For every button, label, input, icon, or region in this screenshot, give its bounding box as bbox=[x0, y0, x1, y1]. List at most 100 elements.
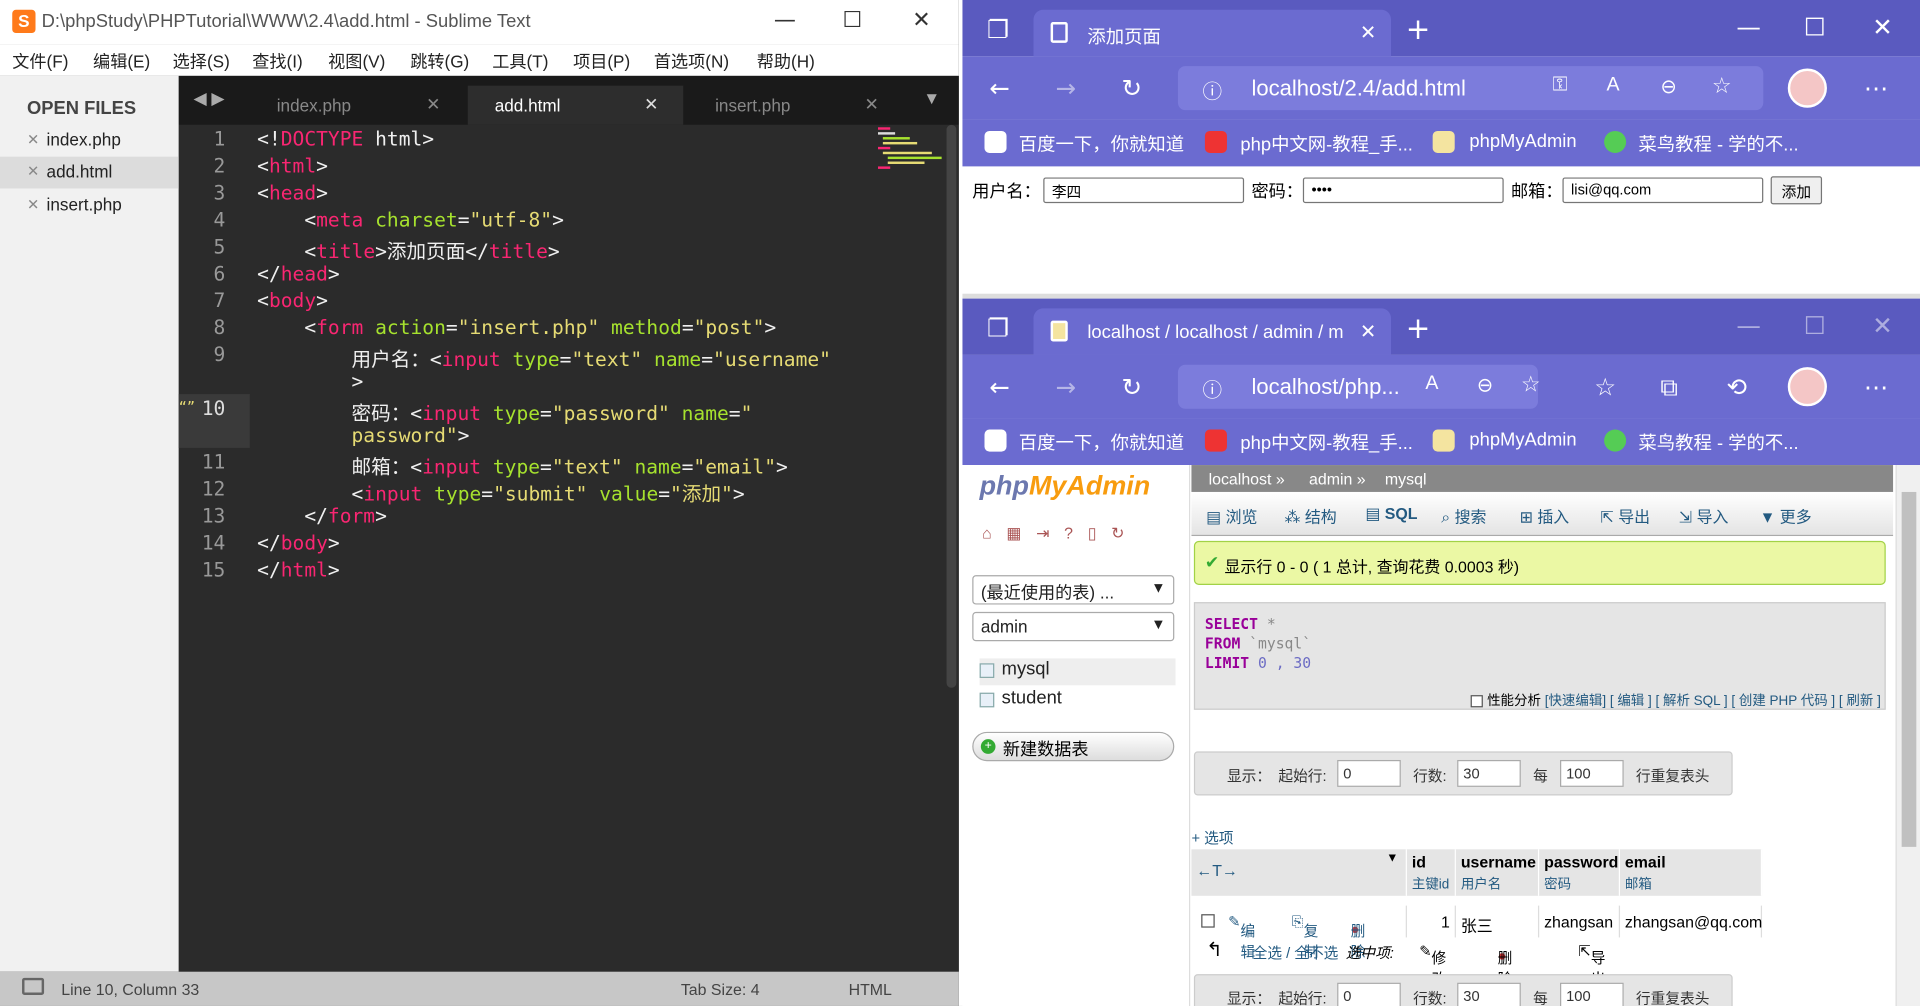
page-scrollbar[interactable] bbox=[1895, 465, 1920, 1006]
open-file-item[interactable]: ✕ insert.php bbox=[0, 190, 179, 222]
edit-link[interactable]: [ 编辑 ] bbox=[1610, 694, 1652, 709]
column-header-id[interactable]: id 主键id bbox=[1406, 849, 1456, 896]
maximize-icon[interactable]: ☐ bbox=[1804, 311, 1826, 340]
menu-preferences[interactable]: 首选项(N) bbox=[654, 49, 729, 73]
add-favorite-icon[interactable]: ☆ bbox=[1521, 372, 1541, 398]
more-icon[interactable]: ⋯ bbox=[1864, 372, 1888, 401]
address-bar[interactable]: ⓘ localhost/php... A ⊖ ☆ bbox=[1177, 364, 1541, 409]
breadcrumb-db[interactable]: admin » bbox=[1309, 470, 1366, 488]
create-php-link[interactable]: [ 创建 PHP 代码 ] bbox=[1731, 694, 1835, 709]
avatar[interactable] bbox=[1787, 68, 1827, 108]
docs-icon[interactable]: ▯ bbox=[1088, 524, 1111, 542]
key-icon[interactable]: ⚿ bbox=[1553, 75, 1568, 97]
panel-toggle-icon[interactable] bbox=[22, 977, 45, 995]
tab-size[interactable]: Tab Size: 4 bbox=[681, 980, 760, 998]
new-tab-icon[interactable]: + bbox=[1406, 311, 1431, 345]
database-select[interactable]: admin ▼ bbox=[972, 611, 1175, 642]
favorite-link[interactable]: phpMyAdmin bbox=[1469, 131, 1576, 152]
db-icon[interactable]: ▦ bbox=[1006, 524, 1036, 542]
edit-row-link[interactable]: ✎ 编辑 bbox=[1228, 913, 1255, 961]
options-link[interactable]: + 选项 bbox=[1191, 827, 1233, 848]
favorite-link[interactable]: 百度一下，你就知道 bbox=[1019, 131, 1184, 157]
forward-icon[interactable]: → bbox=[1056, 372, 1077, 401]
tab-search[interactable]: ⌕ 搜索 bbox=[1441, 504, 1486, 527]
tab-export[interactable]: ⇱ 导出 bbox=[1600, 504, 1650, 527]
tab-dropdown-icon[interactable]: ▼ bbox=[923, 88, 940, 108]
profiling-checkbox[interactable] bbox=[1471, 695, 1484, 708]
tab-structure[interactable]: ⁂ 结构 bbox=[1285, 504, 1337, 527]
menu-project[interactable]: 项目(P) bbox=[573, 49, 630, 73]
close-icon[interactable]: ✕ bbox=[864, 94, 878, 115]
open-file-item[interactable]: ✕ add.html bbox=[0, 156, 179, 189]
menu-goto[interactable]: 跳转(G) bbox=[410, 49, 469, 73]
close-tab-icon[interactable]: ✕ bbox=[1360, 319, 1376, 343]
address-bar[interactable]: ⓘ localhost/2.4/add.html ⚿ A ⊖ ☆ bbox=[1177, 66, 1764, 111]
tab-add-page[interactable]: 添加页面 ✕ bbox=[1033, 9, 1392, 57]
column-arrows[interactable]: ←T→ bbox=[1196, 862, 1238, 880]
submit-button[interactable]: 添加 bbox=[1770, 176, 1823, 205]
tab-sql[interactable]: ▤ SQL bbox=[1365, 504, 1417, 524]
column-header-username[interactable]: username 用户名 bbox=[1455, 849, 1540, 896]
refresh-icon[interactable]: ↻ bbox=[1122, 73, 1143, 102]
copy-row-link[interactable]: ⎘ 复制 bbox=[1292, 913, 1318, 961]
zoom-icon[interactable]: ⊖ bbox=[1660, 75, 1676, 99]
info-icon[interactable]: ⓘ bbox=[1202, 373, 1222, 402]
maximize-icon[interactable]: ☐ bbox=[1804, 12, 1826, 41]
zoom-icon[interactable]: ⊖ bbox=[1477, 373, 1493, 397]
favorite-link[interactable]: php中文网-教程_手... bbox=[1240, 430, 1413, 456]
menu-find[interactable]: 查找(I) bbox=[252, 49, 302, 73]
back-icon[interactable]: ← bbox=[989, 372, 1010, 401]
favorite-link[interactable]: 菜鸟教程 - 学的不... bbox=[1638, 430, 1798, 456]
column-header-email[interactable]: email 邮箱 bbox=[1620, 849, 1763, 896]
inline-edit-link[interactable]: [快速编辑] bbox=[1545, 694, 1606, 709]
breadcrumb-table[interactable]: mysql bbox=[1385, 470, 1427, 488]
tab-nav-arrows-icon[interactable]: ◀ ▶ bbox=[193, 88, 224, 109]
close-tab-icon[interactable]: ✕ bbox=[1360, 21, 1376, 45]
favorite-link[interactable]: php中文网-教程_手... bbox=[1240, 131, 1413, 157]
tab-actions-icon[interactable]: ❐ bbox=[987, 313, 1009, 342]
home-icon[interactable]: ⌂ bbox=[982, 524, 1006, 542]
more-icon[interactable]: ⋯ bbox=[1864, 73, 1888, 102]
explain-sql-link[interactable]: [ 解析 SQL ] bbox=[1656, 694, 1728, 709]
info-icon[interactable]: ⓘ bbox=[1202, 75, 1222, 104]
tab-insert[interactable]: ⊞ 插入 bbox=[1520, 504, 1570, 527]
refresh-icon[interactable]: ↻ bbox=[1122, 372, 1143, 401]
bulk-edit-button[interactable]: ✎ 修改 bbox=[1419, 942, 1446, 987]
breadcrumb-server[interactable]: localhost » bbox=[1209, 470, 1285, 488]
editor-scrollbar[interactable] bbox=[946, 124, 957, 688]
email-input[interactable]: lisi@qq.com bbox=[1562, 177, 1764, 204]
tab-import[interactable]: ⇲ 导入 bbox=[1679, 504, 1729, 527]
open-file-item[interactable]: ✕ index.php bbox=[0, 125, 179, 157]
read-aloud-icon[interactable]: A bbox=[1425, 373, 1438, 395]
exit-icon[interactable]: ⇥ bbox=[1036, 524, 1064, 542]
tab-phpmyadmin[interactable]: localhost / localhost / admin / m ✕ bbox=[1033, 308, 1392, 355]
rows-input[interactable]: 30 bbox=[1457, 759, 1521, 787]
recent-tables-select[interactable]: (最近使用的表) ... ▼ bbox=[972, 575, 1175, 605]
collections-icon[interactable]: ⧉ bbox=[1660, 372, 1677, 401]
tab-browse[interactable]: ▤ 浏览 bbox=[1206, 504, 1257, 527]
minimize-icon[interactable]: — bbox=[1736, 12, 1760, 41]
favorites-icon[interactable]: ☆ bbox=[1594, 372, 1616, 401]
avatar[interactable] bbox=[1787, 367, 1827, 407]
help-icon[interactable]: ? bbox=[1064, 524, 1088, 542]
code-editor[interactable]: 1 2 3 4 5 6 7 8 9 10 11 12 13 14 15 “” <!DOCTYPE html>… bbox=[178, 124, 959, 972]
sort-icon[interactable]: ▼ bbox=[1386, 852, 1398, 865]
table-item-student[interactable]: student bbox=[979, 688, 1176, 715]
close-icon[interactable]: ✕ bbox=[27, 163, 39, 180]
username-input[interactable]: 李四 bbox=[1043, 177, 1245, 204]
per-input[interactable]: 100 bbox=[1560, 982, 1624, 1006]
tab-insert-php[interactable]: insert.php ✕ bbox=[688, 86, 904, 125]
menu-edit[interactable]: 编辑(E) bbox=[93, 49, 150, 73]
tab-add-html[interactable]: add.html ✕ bbox=[467, 85, 684, 125]
minimize-icon[interactable]: — bbox=[774, 7, 796, 33]
favorite-link[interactable]: phpMyAdmin bbox=[1469, 430, 1576, 451]
new-table-button[interactable]: + 新建数据表 bbox=[972, 731, 1175, 762]
close-icon[interactable]: ✕ bbox=[27, 131, 39, 148]
menu-help[interactable]: 帮助(H) bbox=[757, 49, 815, 73]
close-icon[interactable]: ✕ bbox=[644, 94, 658, 115]
table-cell[interactable]: 张三 bbox=[1456, 905, 1540, 938]
menu-file[interactable]: 文件(F) bbox=[12, 49, 68, 73]
table-cell[interactable]: zhangsan@qq.com bbox=[1620, 905, 1762, 938]
bulk-export-button[interactable]: ⇱ 导出 bbox=[1578, 942, 1605, 987]
forward-icon[interactable]: → bbox=[1056, 73, 1077, 102]
